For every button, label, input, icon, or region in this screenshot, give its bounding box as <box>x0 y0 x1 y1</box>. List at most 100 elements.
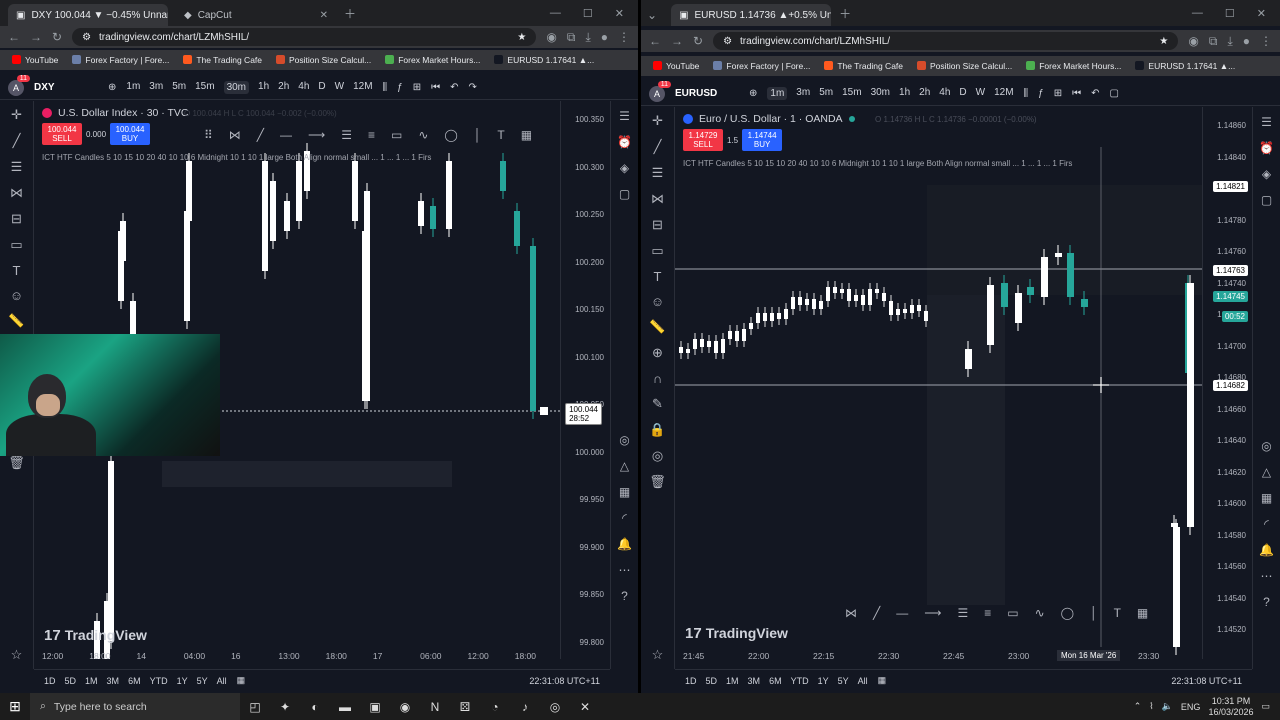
profile-icon[interactable]: ● <box>601 30 608 44</box>
fib-icon[interactable]: ☰ <box>957 606 968 620</box>
eye-icon[interactable]: ◎ <box>652 448 663 464</box>
undo-icon[interactable]: ↶ <box>1091 88 1099 99</box>
pencil-icon[interactable]: ✎ <box>652 396 663 412</box>
pattern-icon[interactable]: ⋈ <box>651 191 664 207</box>
range-button[interactable]: 3M <box>748 676 761 686</box>
range-button[interactable]: All <box>217 676 227 686</box>
timeframe-button[interactable]: D <box>318 81 325 94</box>
range-button[interactable]: 5Y <box>838 676 849 686</box>
taskview-icon[interactable]: ◰ <box>240 700 270 714</box>
network-icon[interactable]: ⌇ <box>1149 701 1153 712</box>
text-icon[interactable]: T <box>497 128 504 142</box>
trash-icon[interactable]: 🗑 <box>649 474 666 490</box>
text-icon[interactable]: T <box>1114 606 1121 620</box>
buy-button[interactable]: 100.044 BUY <box>110 123 151 145</box>
alerts-icon[interactable]: ⏰ <box>1259 141 1274 155</box>
bell-icon[interactable]: 🔔 <box>1259 543 1274 557</box>
maximize-icon[interactable]: ☐ <box>1225 7 1235 20</box>
table-icon[interactable]: ▦ <box>1137 606 1148 620</box>
minimize-icon[interactable]: — <box>550 7 561 20</box>
undo-icon[interactable]: ↶ <box>450 82 458 93</box>
avatar[interactable]: A 11 <box>649 80 671 102</box>
timeframe-button[interactable]: W <box>976 87 985 100</box>
bookmark-item[interactable]: YouTube <box>653 61 699 71</box>
signal-icon[interactable]: ◜ <box>622 511 627 525</box>
range-button[interactable]: YTD <box>150 676 168 686</box>
bookmark-item[interactable]: Position Size Calcul... <box>276 55 371 65</box>
bookmark-item[interactable]: The Trading Cafe <box>183 55 262 65</box>
store-icon[interactable]: ▣ <box>360 700 390 714</box>
layout-icon[interactable]: ⊞ <box>1054 88 1062 99</box>
tab-capcut[interactable]: ◆ CapCut ✕ <box>176 4 336 26</box>
timeframe-button[interactable]: D <box>959 87 966 100</box>
calendar-icon[interactable]: ▦ <box>1261 491 1272 505</box>
obs-icon[interactable]: ◎ <box>540 700 570 714</box>
sell-button[interactable]: 1.14729 SELL <box>683 129 723 151</box>
notion-icon[interactable]: N <box>420 700 450 714</box>
timeframe-button[interactable]: 15m <box>842 87 861 100</box>
maximize-icon[interactable]: ☐ <box>583 7 593 20</box>
zoom-icon[interactable]: ⊕ <box>652 345 663 361</box>
ruler-icon[interactable]: 📏 <box>649 319 665 335</box>
symbol-search[interactable]: DXY <box>34 82 98 93</box>
hline-icon[interactable]: — <box>896 606 908 620</box>
taskbar-search[interactable]: ⌕ Type here to search <box>30 693 240 720</box>
discord-icon[interactable]: ◔ <box>480 700 510 714</box>
triangle-icon[interactable]: △ <box>1262 465 1271 479</box>
star-icon[interactable]: ☆ <box>11 647 23 663</box>
line-icon[interactable]: ╱ <box>257 128 264 142</box>
timeframe-button[interactable]: 2h <box>919 87 930 100</box>
watchlist-icon[interactable]: ☰ <box>1261 115 1272 129</box>
indicators-icon[interactable]: ƒ <box>397 82 403 93</box>
pattern-icon[interactable]: ⋈ <box>845 606 857 620</box>
vline-icon[interactable]: │ <box>1090 606 1098 620</box>
help-icon[interactable]: ? <box>621 589 628 603</box>
bookmark-item[interactable]: EURUSD 1.17641 ▲... <box>494 55 594 65</box>
layers-icon[interactable]: ◈ <box>620 161 629 175</box>
fib-icon[interactable]: ☰ <box>652 165 664 181</box>
download-icon[interactable]: ⤓ <box>1227 34 1232 49</box>
candle-type-icon[interactable]: ⫼ <box>1024 88 1029 99</box>
alerts-icon[interactable]: ⏰ <box>617 135 632 149</box>
timezone-clock[interactable]: 22:31:08 UTC+11 <box>1171 676 1242 686</box>
grid-menu-icon[interactable]: ⋯ <box>619 563 631 577</box>
fib-icon[interactable]: ☰ <box>11 159 23 175</box>
puzzle-icon[interactable]: ⧉ <box>567 30 576 45</box>
timeframe-button[interactable]: 30m <box>223 81 250 94</box>
table-icon[interactable]: ▦ <box>521 128 532 142</box>
edge-icon[interactable]: ◐ <box>300 700 330 714</box>
vline-icon[interactable]: │ <box>474 128 482 142</box>
profile-icon[interactable]: ● <box>1243 34 1250 48</box>
symbol-search[interactable]: EURUSD <box>675 88 739 99</box>
crosshair-icon[interactable]: ✛ <box>652 113 663 129</box>
triangle-icon[interactable]: △ <box>620 459 629 473</box>
close-icon[interactable]: ✕ <box>320 10 328 21</box>
bell-icon[interactable]: 🔔 <box>617 537 632 551</box>
url-field[interactable]: ⚙ tradingview.com/chart/LZMhSHIL/ ★ <box>713 32 1179 50</box>
path-icon[interactable]: ∿ <box>1035 606 1045 620</box>
projection-icon[interactable]: ⊟ <box>11 211 22 227</box>
timeframe-button[interactable]: 1m <box>126 81 140 94</box>
range-button[interactable]: 1D <box>44 676 56 686</box>
timeframe-button[interactable]: 1m <box>767 87 788 100</box>
hline-icon[interactable]: — <box>280 128 292 142</box>
grid-menu-icon[interactable]: ⋯ <box>1261 569 1273 583</box>
line-icon[interactable]: ╱ <box>873 606 880 620</box>
pattern-icon[interactable]: ⋈ <box>10 185 23 201</box>
new-tab-icon[interactable]: ＋ <box>831 5 859 26</box>
timeframe-button[interactable]: 30m <box>871 87 890 100</box>
text-icon[interactable]: T <box>13 263 21 278</box>
ray-icon[interactable]: ⟶ <box>924 606 941 620</box>
range-button[interactable]: 1M <box>85 676 98 686</box>
indicators-icon[interactable]: ƒ <box>1038 88 1044 99</box>
back-icon[interactable]: ← <box>8 30 20 44</box>
extension-icon[interactable]: ◉ <box>1188 34 1198 48</box>
watchlist-icon[interactable]: ☰ <box>619 109 630 123</box>
forward-icon[interactable]: → <box>671 34 683 48</box>
forward-icon[interactable]: → <box>30 30 42 44</box>
timeframe-button[interactable]: 5m <box>172 81 186 94</box>
timeframe-button[interactable]: 15m <box>195 81 214 94</box>
bookmark-item[interactable]: Forex Market Hours... <box>385 55 480 65</box>
timeframe-button[interactable]: 3m <box>796 87 810 100</box>
bookmark-item[interactable]: Position Size Calcul... <box>917 61 1012 71</box>
